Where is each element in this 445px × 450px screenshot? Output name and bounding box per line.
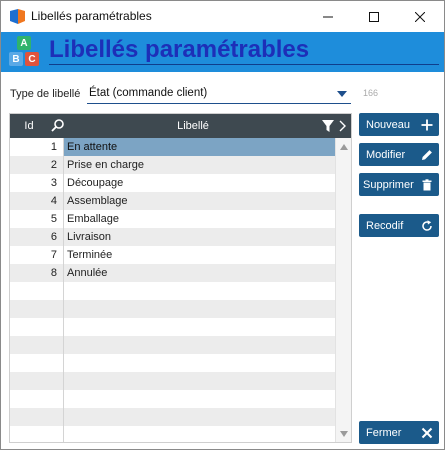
cell-id: [10, 390, 63, 408]
table-row[interactable]: 6 Livraison: [10, 228, 335, 246]
cell-id: 3: [50, 177, 57, 189]
cell-id: 1: [50, 141, 57, 153]
pencil-icon: [422, 149, 432, 160]
cell-libelle: Découpage: [63, 174, 335, 192]
cell-libelle: [63, 336, 335, 354]
cell-libelle: [63, 408, 335, 426]
dropdown-caret-icon: [337, 91, 347, 97]
cell-id: 7: [50, 249, 57, 261]
cell-libelle: Assemblage: [63, 192, 335, 210]
logo-letter-b: B: [9, 52, 23, 66]
cell-libelle: Emballage: [63, 210, 335, 228]
close-button[interactable]: [397, 1, 443, 32]
cell-libelle: Annulée: [63, 264, 335, 282]
fermer-label: Fermer: [366, 426, 402, 439]
cell-id: [10, 318, 63, 336]
table-row-empty[interactable]: [10, 318, 335, 336]
page-title: Libellés paramétrables: [49, 35, 439, 65]
libelles-table: Id Libellé 1 En attente 2 Prise en charge 3 D…: [9, 113, 352, 443]
cell-id: 6: [50, 231, 57, 243]
cell-id: [10, 300, 63, 318]
table-row[interactable]: 8 Annulée: [10, 264, 335, 282]
table-body: 1 En attente 2 Prise en charge 3 Découpage 4 As…: [10, 138, 335, 442]
cell-id: 4: [50, 195, 57, 207]
minimize-icon: [323, 16, 333, 17]
header-banner: A B C Libellés paramétrables: [1, 32, 444, 72]
minimize-button[interactable]: [305, 1, 351, 32]
cell-id: [10, 372, 63, 390]
table-row-empty[interactable]: [10, 390, 335, 408]
scroll-down-icon[interactable]: [340, 431, 348, 437]
table-row-empty[interactable]: [10, 354, 335, 372]
cell-id: 5: [50, 213, 57, 225]
app-icon: [10, 9, 25, 24]
table-row-empty[interactable]: [10, 300, 335, 318]
cell-libelle: [63, 300, 335, 318]
supprimer-label: Supprimer: [363, 178, 414, 191]
abc-logo-icon: A B C: [7, 36, 41, 68]
maximize-icon: [369, 11, 379, 22]
table-row[interactable]: 7 Terminée: [10, 246, 335, 264]
table-row-empty[interactable]: [10, 426, 335, 442]
cell-libelle: [63, 372, 335, 390]
column-header-libelle[interactable]: Libellé: [68, 114, 318, 138]
table-row[interactable]: 4 Assemblage: [10, 192, 335, 210]
cell-libelle: [63, 282, 335, 300]
table-row[interactable]: 5 Emballage: [10, 210, 335, 228]
cell-id: [10, 354, 63, 372]
cell-id: 2: [50, 159, 57, 171]
column-header-id[interactable]: Id: [10, 114, 48, 138]
cell-id: [10, 336, 63, 354]
plus-icon: [421, 119, 433, 130]
window-title: Libellés paramétrables: [31, 9, 152, 23]
fermer-button[interactable]: Fermer: [359, 421, 439, 444]
search-icon[interactable]: [50, 118, 66, 134]
cell-libelle: Prise en charge: [63, 156, 335, 174]
cell-libelle: Terminée: [63, 246, 335, 264]
nouveau-button[interactable]: Nouveau: [359, 113, 439, 136]
type-libelle-select[interactable]: État (commande client): [87, 83, 351, 104]
table-row-empty[interactable]: [10, 282, 335, 300]
cell-id: [10, 408, 63, 426]
title-bar[interactable]: Libellés paramétrables: [1, 1, 444, 32]
scroll-up-icon[interactable]: [340, 144, 348, 150]
modifier-label: Modifier: [366, 148, 406, 161]
table-row[interactable]: 3 Découpage: [10, 174, 335, 192]
logo-letter-a: A: [17, 36, 31, 50]
type-count: 166: [363, 88, 379, 98]
cell-libelle: [63, 354, 335, 372]
modifier-button[interactable]: Modifier: [359, 143, 439, 166]
refresh-icon: [422, 219, 432, 231]
cell-id: [10, 426, 63, 442]
table-row-empty[interactable]: [10, 336, 335, 354]
type-libelle-label: Type de libellé: [10, 88, 81, 100]
table-row[interactable]: 2 Prise en charge: [10, 156, 335, 174]
close-x-icon: [421, 427, 433, 438]
cell-libelle: [63, 318, 335, 336]
vertical-scrollbar[interactable]: [335, 138, 351, 442]
close-icon: [415, 11, 425, 22]
supprimer-button[interactable]: Supprimer: [359, 173, 439, 196]
table-row[interactable]: 1 En attente: [10, 138, 335, 156]
type-libelle-value: État (commande client): [89, 87, 208, 99]
recodif-button[interactable]: Recodif: [359, 214, 439, 237]
table-row-empty[interactable]: [10, 408, 335, 426]
trash-icon: [422, 178, 432, 190]
dialog-window: Libellés paramétrables A B C Libellés pa…: [0, 0, 445, 450]
filter-icon[interactable]: [322, 119, 334, 133]
table-header: Id Libellé: [10, 114, 351, 138]
cell-libelle: [63, 390, 335, 408]
cell-id: [10, 282, 63, 300]
table-row-empty[interactable]: [10, 372, 335, 390]
recodif-label: Recodif: [366, 219, 404, 232]
maximize-button[interactable]: [351, 1, 397, 32]
cell-libelle: [63, 426, 335, 442]
logo-letter-c: C: [25, 52, 39, 66]
cell-id: 8: [50, 267, 57, 279]
cell-libelle: En attente: [63, 138, 335, 156]
nouveau-label: Nouveau: [366, 118, 411, 131]
chevron-right-icon[interactable]: [337, 119, 347, 133]
cell-libelle: Livraison: [63, 228, 335, 246]
